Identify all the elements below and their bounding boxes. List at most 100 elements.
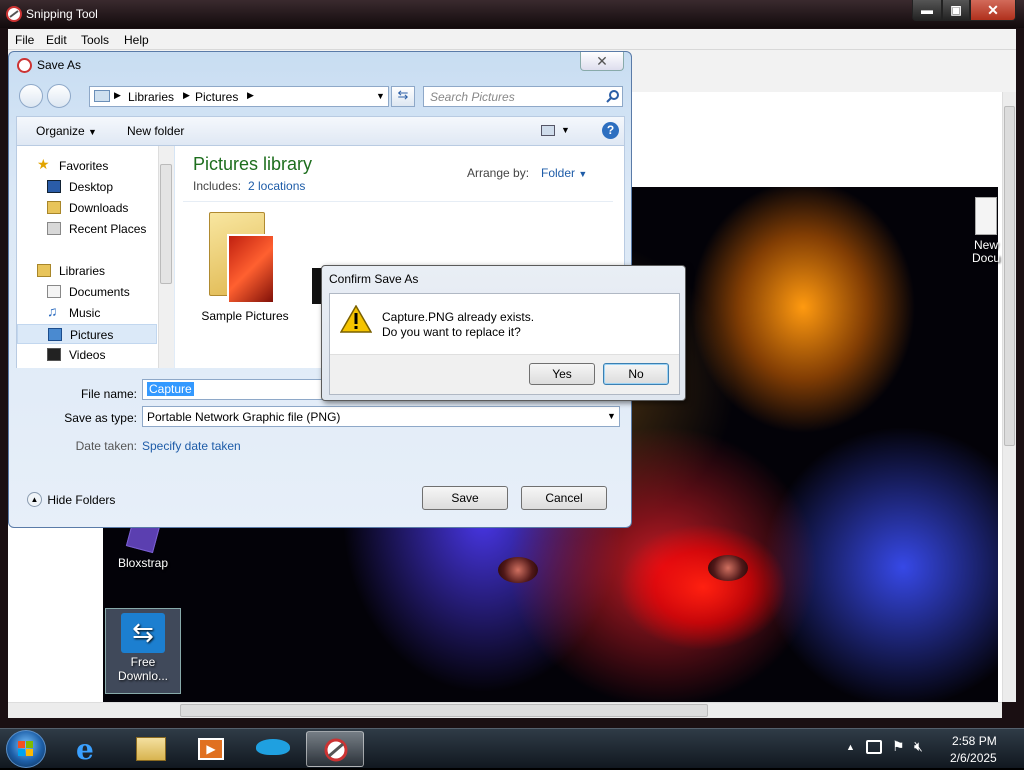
- menu-help[interactable]: Help: [124, 33, 149, 47]
- nav-pictures[interactable]: Pictures: [17, 324, 157, 344]
- chevron-down-icon: ▼: [607, 411, 616, 421]
- menu-tools[interactable]: Tools: [81, 33, 109, 47]
- folder-sample-pictures[interactable]: Sample Pictures: [195, 206, 295, 326]
- back-button[interactable]: [19, 84, 43, 108]
- help-icon[interactable]: ?: [602, 122, 619, 139]
- arrange-by-dropdown[interactable]: Folder ▼: [541, 166, 587, 180]
- snip-title: Snipping Tool: [26, 7, 98, 21]
- new-folder-button[interactable]: New folder: [127, 124, 184, 138]
- taskbar-internet-explorer[interactable]: e: [62, 731, 118, 767]
- warning-icon: [340, 305, 372, 333]
- navigation-pane: ★ Favorites Desktop Downloads Recent Pla…: [16, 146, 174, 368]
- breadcrumb-pictures[interactable]: Pictures: [195, 90, 238, 104]
- desktop-icon-new-document[interactable]: New Docu: [961, 197, 1002, 265]
- confirm-title: Confirm Save As: [329, 272, 419, 286]
- search-input[interactable]: Search Pictures: [423, 86, 623, 107]
- view-dropdown-icon[interactable]: ▼: [561, 125, 570, 135]
- menu-bar: File Edit Tools Help: [8, 29, 1016, 50]
- desktop-icon-label: Bloxstrap: [117, 556, 169, 570]
- dialog-title: Save As: [37, 58, 82, 72]
- action-center-flag-icon[interactable]: ⚑: [892, 738, 905, 755]
- taskbar-snipping-tool[interactable]: [306, 731, 364, 767]
- snipping-tool-icon: [17, 58, 32, 73]
- includes-label: Includes:: [193, 179, 242, 193]
- no-button[interactable]: No: [603, 363, 669, 385]
- save-as-type-value: Portable Network Graphic file (PNG): [147, 410, 341, 424]
- breadcrumb-libraries[interactable]: Libraries: [128, 90, 174, 104]
- includes-locations-link[interactable]: 2 locations: [248, 179, 305, 193]
- nav-documents[interactable]: Documents: [17, 282, 157, 302]
- library-icon: [94, 90, 110, 102]
- command-bar: Organize ▼ New folder ▼ ?: [16, 116, 625, 146]
- desktop-icon-free-download[interactable]: ⇆ Free Downlo...: [105, 608, 181, 694]
- music-icon: ♫: [47, 303, 58, 319]
- windows-logo-icon: [18, 741, 33, 756]
- downloads-folder-icon: [47, 201, 61, 214]
- document-icon: [975, 197, 997, 235]
- snip-titlebar[interactable]: Snipping Tool: [0, 0, 1024, 28]
- download-app-icon: ⇆: [121, 613, 165, 653]
- nav-downloads[interactable]: Downloads: [17, 198, 157, 218]
- desktop-icon-label: Free Downlo...: [117, 655, 169, 683]
- navpane-scroll-thumb[interactable]: [160, 164, 172, 284]
- taskbar-media-player[interactable]: ▶: [182, 731, 238, 767]
- date-taken-label: Date taken:: [75, 439, 137, 453]
- confirm-footer: Yes No: [330, 354, 679, 394]
- cancel-button[interactable]: Cancel: [521, 486, 607, 510]
- close-button[interactable]: ✕: [970, 0, 1016, 21]
- menu-edit[interactable]: Edit: [46, 33, 67, 47]
- confirm-message-line1: Capture.PNG already exists.: [382, 310, 535, 324]
- show-hidden-icons-button[interactable]: ▲: [846, 742, 855, 752]
- save-as-type-select[interactable]: Portable Network Graphic file (PNG) ▼: [142, 406, 620, 427]
- wolf-eye-left: [498, 557, 538, 583]
- menu-file[interactable]: File: [15, 33, 34, 47]
- folder-icon: [136, 737, 166, 761]
- taskbar: e ▶ ▲ ⚑ 🔇︎ 2:58 PM 2/6/2025: [0, 728, 1024, 768]
- dialog-close-button[interactable]: ✕: [580, 52, 624, 71]
- yes-button[interactable]: Yes: [529, 363, 595, 385]
- address-dropdown-icon[interactable]: ▼: [376, 91, 385, 101]
- refresh-button[interactable]: ⇆: [391, 86, 415, 107]
- address-bar[interactable]: ▶ Libraries ▶ Pictures ▶ ▼: [89, 86, 389, 107]
- dolphin-icon: [256, 739, 290, 755]
- clock-time[interactable]: 2:58 PM: [952, 734, 997, 748]
- nav-videos[interactable]: Videos: [17, 345, 157, 365]
- file-name-label: File name:: [80, 387, 137, 401]
- hide-folders-button[interactable]: ▲ Hide Folders: [27, 492, 115, 508]
- star-icon: ★: [37, 156, 50, 172]
- network-icon[interactable]: [866, 740, 882, 754]
- view-icon[interactable]: [541, 125, 555, 136]
- file-name-value: Capture: [147, 382, 194, 396]
- maximize-button[interactable]: ▣: [942, 0, 970, 21]
- search-placeholder: Search Pictures: [430, 90, 515, 104]
- confirm-body: Capture.PNG already exists. Do you want …: [329, 293, 680, 395]
- taskbar-dolphin-app[interactable]: [244, 731, 300, 767]
- desktop-icon-bloxstrap[interactable]: Bloxstrap: [108, 518, 178, 570]
- vertical-scroll-thumb[interactable]: [1004, 106, 1015, 446]
- organize-button[interactable]: Organize ▼: [36, 124, 97, 138]
- recent-places-icon: [47, 222, 61, 235]
- start-button[interactable]: [6, 730, 46, 768]
- confirm-save-as-dialog: Confirm Save As Capture.PNG already exis…: [321, 265, 686, 401]
- nav-libraries[interactable]: Libraries: [17, 261, 157, 281]
- save-as-type-label: Save as type:: [64, 411, 137, 425]
- horizontal-scroll-thumb[interactable]: [180, 704, 708, 717]
- search-icon[interactable]: [606, 90, 619, 103]
- forward-button[interactable]: [47, 84, 71, 108]
- taskbar-file-explorer[interactable]: [122, 731, 178, 767]
- minimize-button[interactable]: ▬: [912, 0, 942, 21]
- nav-favorites[interactable]: ★ Favorites: [17, 156, 157, 176]
- wolf-eye-right: [708, 555, 748, 581]
- nav-recent-places[interactable]: Recent Places: [17, 219, 157, 239]
- save-button[interactable]: Save: [422, 486, 508, 510]
- nav-desktop[interactable]: Desktop: [17, 177, 157, 197]
- clock-date[interactable]: 2/6/2025: [950, 751, 997, 765]
- videos-icon: [47, 348, 61, 361]
- volume-muted-icon[interactable]: 🔇︎: [914, 738, 923, 755]
- library-title: Pictures library: [193, 154, 313, 174]
- arrange-by-label: Arrange by:: [467, 166, 530, 180]
- nav-music[interactable]: ♫ Music: [17, 303, 157, 323]
- pictures-icon: [48, 328, 62, 341]
- date-taken-link[interactable]: Specify date taken: [142, 439, 241, 453]
- desktop-icon: [47, 180, 61, 193]
